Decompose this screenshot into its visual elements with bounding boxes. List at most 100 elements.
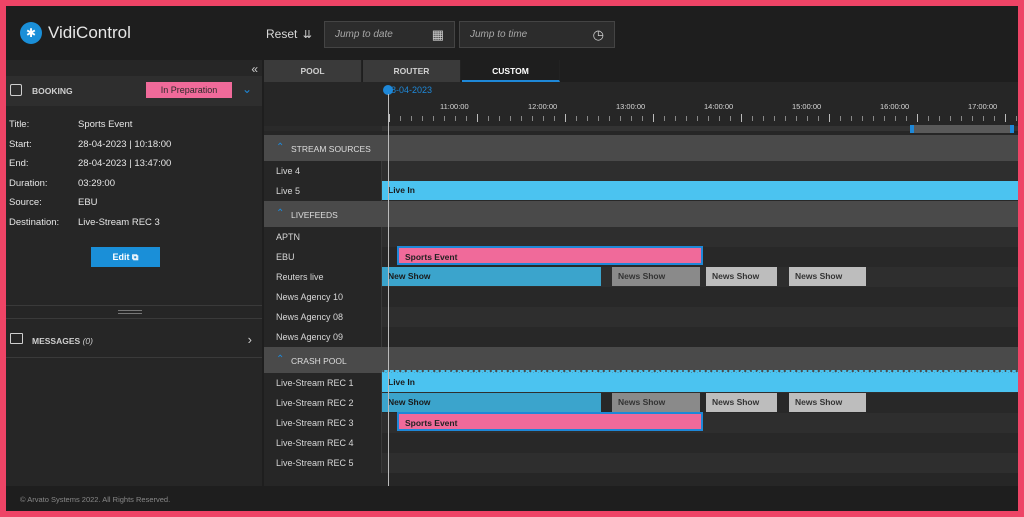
- app-logo-icon: ✱: [20, 22, 42, 44]
- row-label-text: Live-Stream REC 5: [276, 458, 354, 468]
- booking-bar[interactable]: New Show: [382, 267, 601, 286]
- hour-label: 14:00:00: [704, 102, 734, 111]
- booking-bar[interactable]: News Show: [612, 393, 700, 412]
- row-label: Live-Stream REC 1: [264, 373, 382, 393]
- row-label-text: EBU: [276, 252, 295, 262]
- row-label-text: News Agency 08: [276, 312, 344, 322]
- row-label: Live 5: [264, 181, 382, 201]
- row-label-text: Live-Stream REC 3: [276, 418, 354, 428]
- tab-router[interactable]: ROUTER: [363, 60, 461, 82]
- ruler-tick: [983, 116, 984, 121]
- jump-to-time-input[interactable]: Jump to time ◷: [459, 21, 615, 48]
- chevron-up-icon[interactable]: ⌃: [276, 208, 284, 219]
- field-value: 03:29:00: [78, 177, 115, 189]
- ruler-tick: [939, 116, 940, 121]
- chevron-up-icon[interactable]: ⌃: [276, 142, 284, 153]
- app-title: VidiControl: [48, 23, 131, 42]
- timeline-row: Live 4: [264, 161, 1018, 181]
- ruler-tick: [653, 114, 654, 122]
- ruler-tick: [532, 116, 533, 121]
- ruler-tick: [851, 116, 852, 121]
- ruler-tick: [928, 116, 929, 121]
- message-icon: [10, 333, 23, 344]
- timeline: 28-04-2023 11:00:00 12:00:00 13:00:00 14:00…: [264, 82, 1018, 486]
- timeline-row: Live 5 Live In: [264, 181, 1018, 201]
- ruler-tick: [807, 116, 808, 121]
- ruler-tick: [565, 114, 566, 122]
- panel-splitter[interactable]: [6, 305, 262, 319]
- jump-to-date-placeholder: Jump to date: [335, 29, 393, 40]
- row-label-text: APTN: [276, 232, 301, 242]
- booking-bar[interactable]: Live In: [382, 373, 1018, 392]
- row-label-text: Live 5: [276, 186, 301, 196]
- reset-icon: ⇊: [302, 29, 312, 41]
- ruler-tick: [433, 116, 434, 121]
- timeline-row: Reuters live New Show News Show News Show Ne…: [264, 267, 1018, 287]
- ruler-ticks: [389, 114, 1018, 122]
- ruler-tick: [609, 116, 610, 121]
- ruler-tick: [763, 116, 764, 121]
- copyright-text: © Arvato Systems 2022. All Rights Reserv…: [20, 495, 171, 504]
- edit-button[interactable]: Edit ⧉: [91, 247, 160, 267]
- booking-header[interactable]: BOOKING In Preparation ⌄: [6, 76, 262, 106]
- row-label: Live 4: [264, 161, 382, 181]
- ruler-left-stub: [264, 126, 382, 131]
- timeline-date: 28-04-2023: [386, 85, 433, 95]
- field-value: 28-04-2023 | 13:47:00: [78, 158, 172, 169]
- row-label: News Agency 09: [264, 327, 382, 347]
- booking-bar[interactable]: News Show: [789, 393, 866, 412]
- ruler-tick: [972, 116, 973, 121]
- tab-pool[interactable]: POOL: [264, 60, 362, 82]
- row-label-text: Live 4: [276, 166, 301, 176]
- booking-bar[interactable]: News Show: [706, 267, 777, 286]
- messages-count: (0): [82, 336, 93, 346]
- hour-label: 16:00:00: [880, 102, 910, 111]
- group-header[interactable]: ⌃ LIVEFEEDS: [264, 201, 1018, 227]
- ruler-tick: [708, 116, 709, 121]
- timeline-row: Live-Stream REC 4: [264, 433, 1018, 453]
- field-key: Start:: [9, 138, 32, 150]
- row-label: APTN: [264, 227, 382, 247]
- ruler-tick: [642, 116, 643, 121]
- booking-bar[interactable]: News Show: [789, 267, 866, 286]
- collapse-panel-icon[interactable]: «: [251, 62, 258, 76]
- row-label-text: News Agency 09: [276, 332, 344, 342]
- hour-label: 11:00:00: [440, 102, 469, 111]
- booking-bar[interactable]: Live In: [382, 181, 1018, 200]
- ruler-tick: [917, 114, 918, 122]
- timeline-row: Live-Stream REC 2 New Show News Show News S…: [264, 393, 1018, 413]
- booking-bar[interactable]: News Show: [706, 393, 777, 412]
- messages-section[interactable]: MESSAGES (0) ›: [6, 324, 262, 358]
- chevron-right-icon[interactable]: ›: [248, 332, 252, 347]
- jump-to-date-input[interactable]: Jump to date ▦: [324, 21, 455, 48]
- footer: © Arvato Systems 2022. All Rights Reserv…: [6, 486, 1018, 511]
- chevron-down-icon[interactable]: ⌄: [242, 82, 252, 96]
- tab-custom[interactable]: CUSTOM: [462, 60, 560, 82]
- messages-label: MESSAGES (0): [32, 336, 93, 346]
- reset-button[interactable]: Reset ⇊: [266, 27, 312, 41]
- timeline-row: Live-Stream REC 5: [264, 453, 1018, 473]
- ruler-tick: [730, 116, 731, 121]
- hour-label: 13:00:00: [616, 102, 646, 111]
- splitter-grip[interactable]: [118, 310, 142, 314]
- timeline-scroll-thumb[interactable]: [910, 125, 1014, 133]
- field-value: Live-Stream REC 3: [78, 216, 160, 228]
- status-badge: In Preparation: [146, 82, 232, 98]
- ruler-tick: [510, 116, 511, 121]
- ruler-tick: [697, 116, 698, 121]
- booking-bar[interactable]: News Show: [612, 267, 700, 286]
- timeline-row: Live-Stream REC 1 Live In: [264, 373, 1018, 393]
- hour-label: 15:00:00: [792, 102, 822, 111]
- ruler-tick: [598, 116, 599, 121]
- booking-bar[interactable]: New Show: [382, 393, 601, 412]
- field-value: EBU: [78, 197, 98, 208]
- booking-bar[interactable]: Sports Event: [397, 412, 703, 431]
- row-label: News Agency 08: [264, 307, 382, 327]
- ruler-tick: [796, 116, 797, 121]
- group-header[interactable]: ⌃ STREAM SOURCES: [264, 135, 1018, 161]
- booking-bar[interactable]: Sports Event: [397, 246, 703, 265]
- ruler-tick: [675, 116, 676, 121]
- ruler-tick: [576, 116, 577, 121]
- chevron-up-icon[interactable]: ⌃: [276, 354, 284, 365]
- ruler-tick: [994, 116, 995, 121]
